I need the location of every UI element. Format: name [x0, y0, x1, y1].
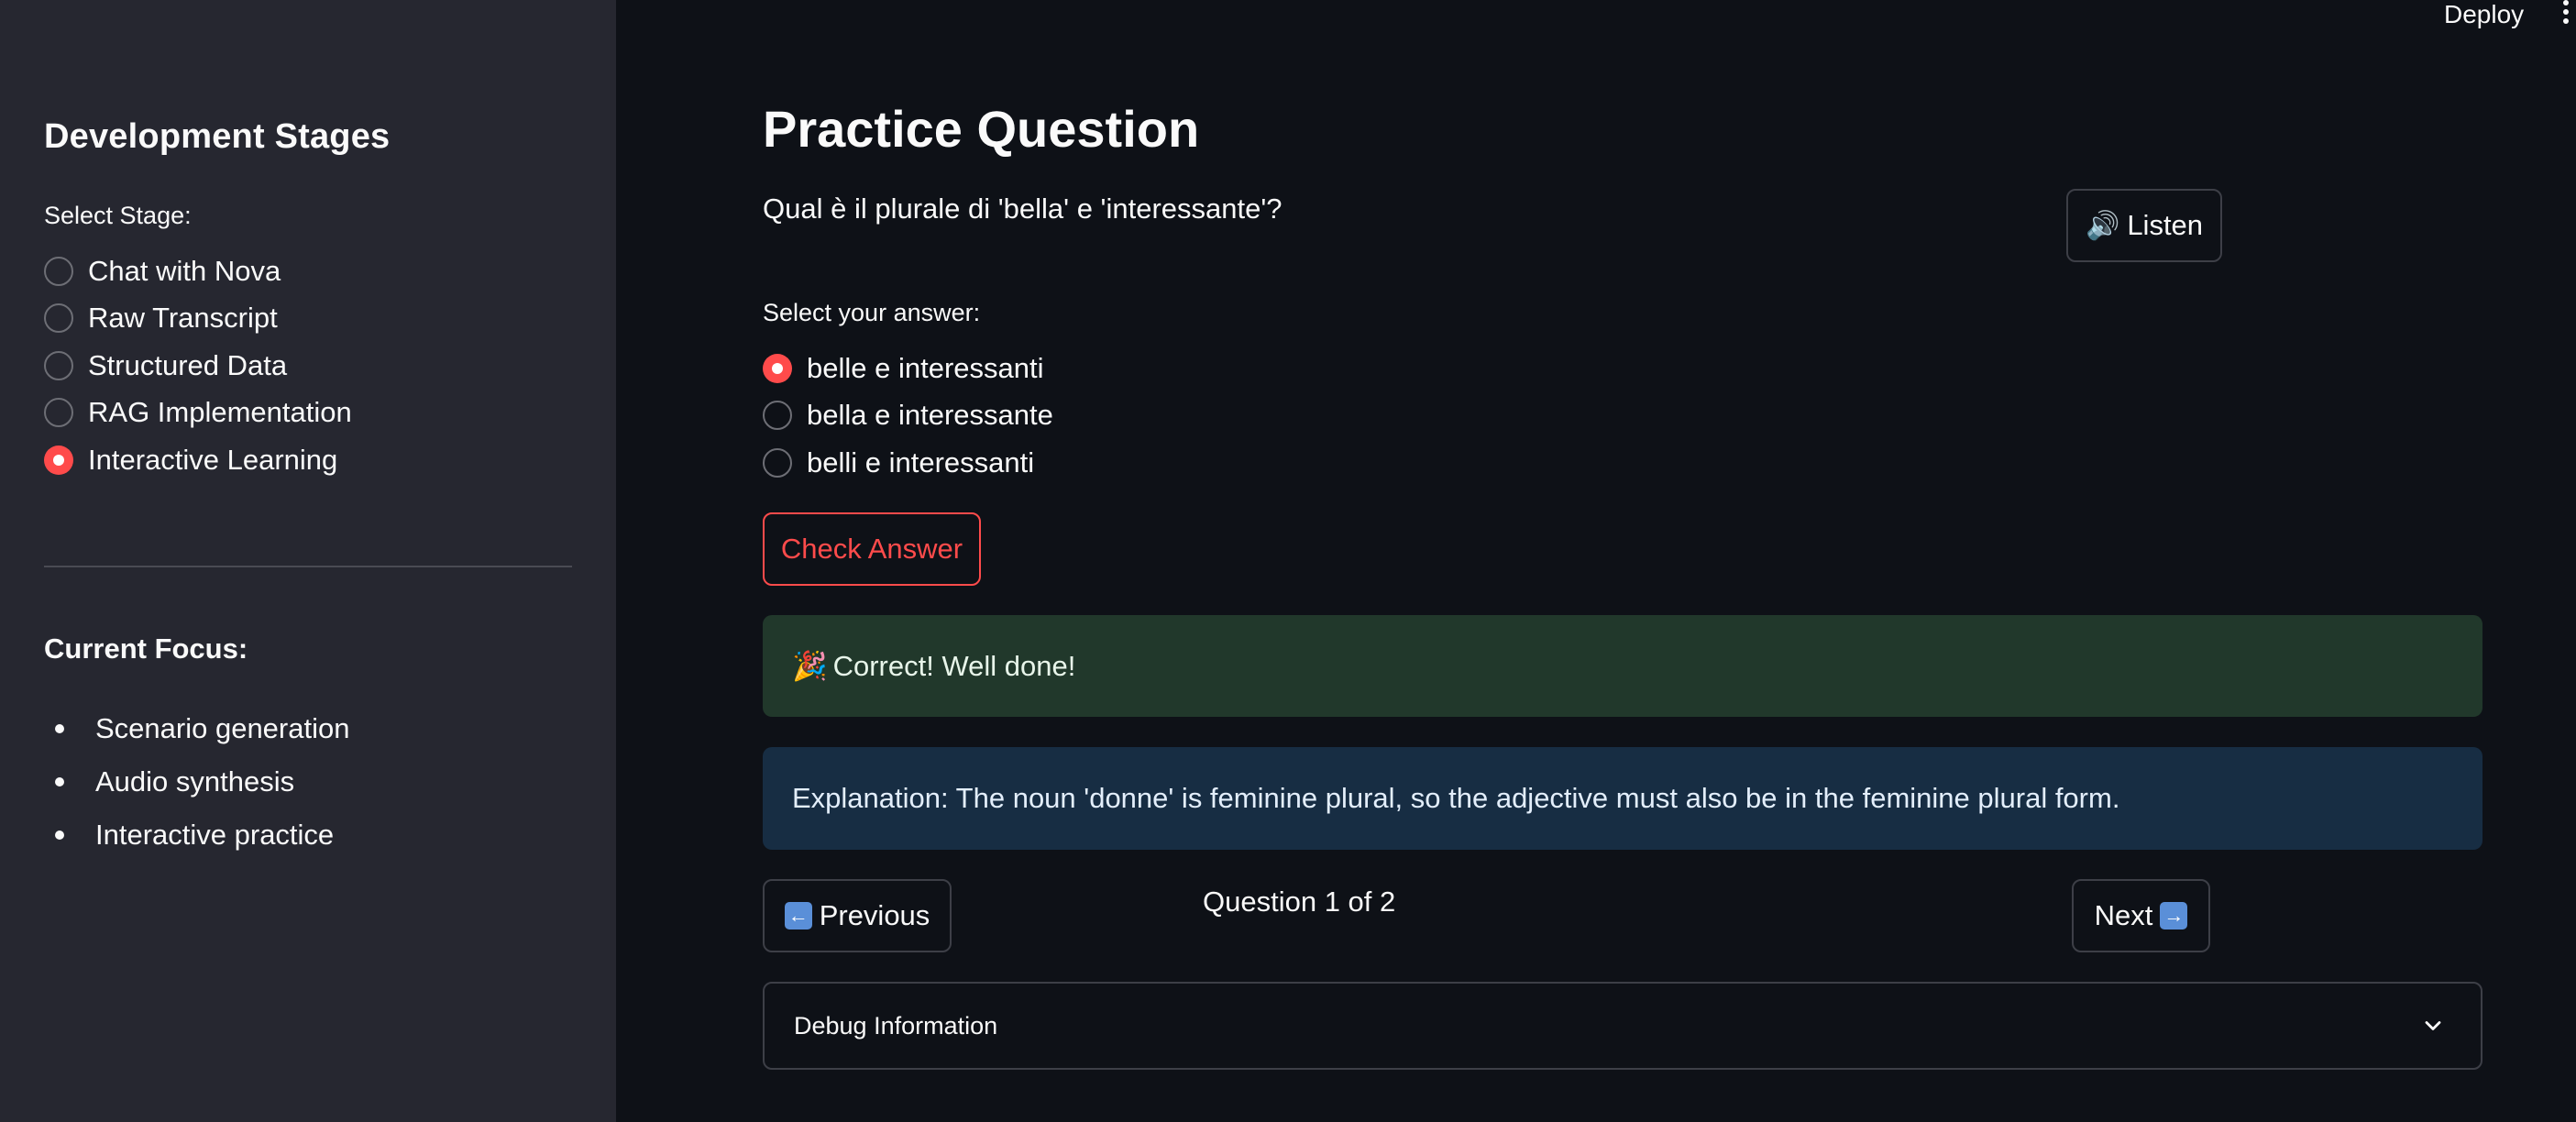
stage-select-label: Select Stage: [44, 202, 192, 229]
stage-option-structured-data[interactable]: Structured Data [44, 342, 352, 390]
listen-label: Listen [2127, 209, 2204, 241]
bullet-icon [55, 830, 64, 840]
list-item: Audio synthesis [44, 755, 349, 808]
left-arrow-icon: ← [784, 902, 812, 930]
answer-option-label: belle e interessanti [807, 351, 1044, 384]
explanation-alert: Explanation: The noun 'donne' is feminin… [763, 747, 2482, 850]
previous-button[interactable]: ← Previous [763, 879, 952, 952]
explanation-text: Explanation: The noun 'donne' is feminin… [792, 782, 2120, 814]
radio-button-selected[interactable] [44, 445, 73, 475]
question-counter: Question 1 of 2 [1203, 886, 1396, 918]
previous-label: Previous [819, 899, 930, 931]
stage-option-rag-implementation[interactable]: RAG Implementation [44, 390, 352, 437]
listen-button[interactable]: 🔊 Listen [2066, 189, 2222, 262]
bullet-icon [55, 724, 64, 733]
speaker-icon: 🔊 [2085, 210, 2120, 241]
radio-button-selected[interactable] [763, 353, 792, 383]
stage-option-label: Structured Data [88, 348, 288, 381]
debug-expander-title: Debug Information [794, 1011, 998, 1040]
answer-option-1[interactable]: belle e interessanti [763, 345, 1053, 392]
sidebar-title: Development Stages [44, 117, 391, 156]
radio-button[interactable] [763, 447, 792, 478]
sidebar: Development Stages Select Stage: Chat wi… [0, 0, 616, 1122]
list-item: Interactive practice [44, 808, 349, 862]
radio-button[interactable] [44, 350, 73, 380]
question-text: Qual è il plurale di 'bella' e 'interess… [763, 192, 1282, 225]
stage-option-label: Interactive Learning [88, 443, 338, 476]
radio-button[interactable] [44, 398, 73, 428]
party-popper-icon: 🎉 [792, 650, 828, 682]
radio-button[interactable] [763, 401, 792, 431]
next-button[interactable]: Next → [2072, 879, 2210, 952]
next-label: Next [2094, 899, 2153, 931]
answer-option-3[interactable]: belli e interessanti [763, 439, 1053, 487]
bullet-icon [55, 777, 64, 786]
stage-option-chat-with-nova[interactable]: Chat with Nova [44, 248, 352, 295]
answer-select-label: Select your answer: [763, 299, 981, 326]
page-title: Practice Question [763, 100, 1200, 158]
success-alert: 🎉 Correct! Well done! [763, 615, 2482, 717]
stage-option-label: Chat with Nova [88, 254, 281, 287]
stage-option-raw-transcript[interactable]: Raw Transcript [44, 295, 352, 343]
app: Development Stages Select Stage: Chat wi… [0, 0, 2576, 1122]
focus-item-text: Audio synthesis [95, 765, 295, 798]
chevron-down-icon [2425, 1021, 2441, 1030]
deploy-button[interactable]: Deploy [2444, 0, 2524, 29]
radio-button[interactable] [44, 303, 73, 334]
stage-radio-group: Chat with Nova Raw Transcript Structured… [44, 248, 352, 484]
kebab-menu-icon[interactable] [2563, 0, 2570, 24]
focus-item-text: Scenario generation [95, 712, 350, 744]
radio-button[interactable] [44, 256, 73, 286]
right-arrow-icon: → [2160, 902, 2188, 930]
stage-option-label: Raw Transcript [88, 302, 278, 335]
list-item: Scenario generation [44, 702, 349, 755]
answer-option-label: bella e interessante [807, 399, 1053, 432]
current-focus-title: Current Focus: [44, 632, 248, 665]
stage-option-label: RAG Implementation [88, 396, 352, 429]
stage-option-interactive-learning[interactable]: Interactive Learning [44, 436, 352, 484]
check-answer-button[interactable]: Check Answer [763, 512, 981, 586]
answer-option-2[interactable]: bella e interessante [763, 392, 1053, 440]
debug-expander[interactable]: Debug Information [763, 982, 2482, 1070]
answer-option-label: belli e interessanti [807, 446, 1035, 478]
success-message: Correct! Well done! [832, 649, 1076, 682]
focus-item-text: Interactive practice [95, 819, 335, 851]
sidebar-divider [44, 566, 572, 567]
focus-list: Scenario generation Audio synthesis Inte… [44, 702, 349, 862]
answer-radio-group: belle e interessanti bella e interessant… [763, 345, 1053, 487]
